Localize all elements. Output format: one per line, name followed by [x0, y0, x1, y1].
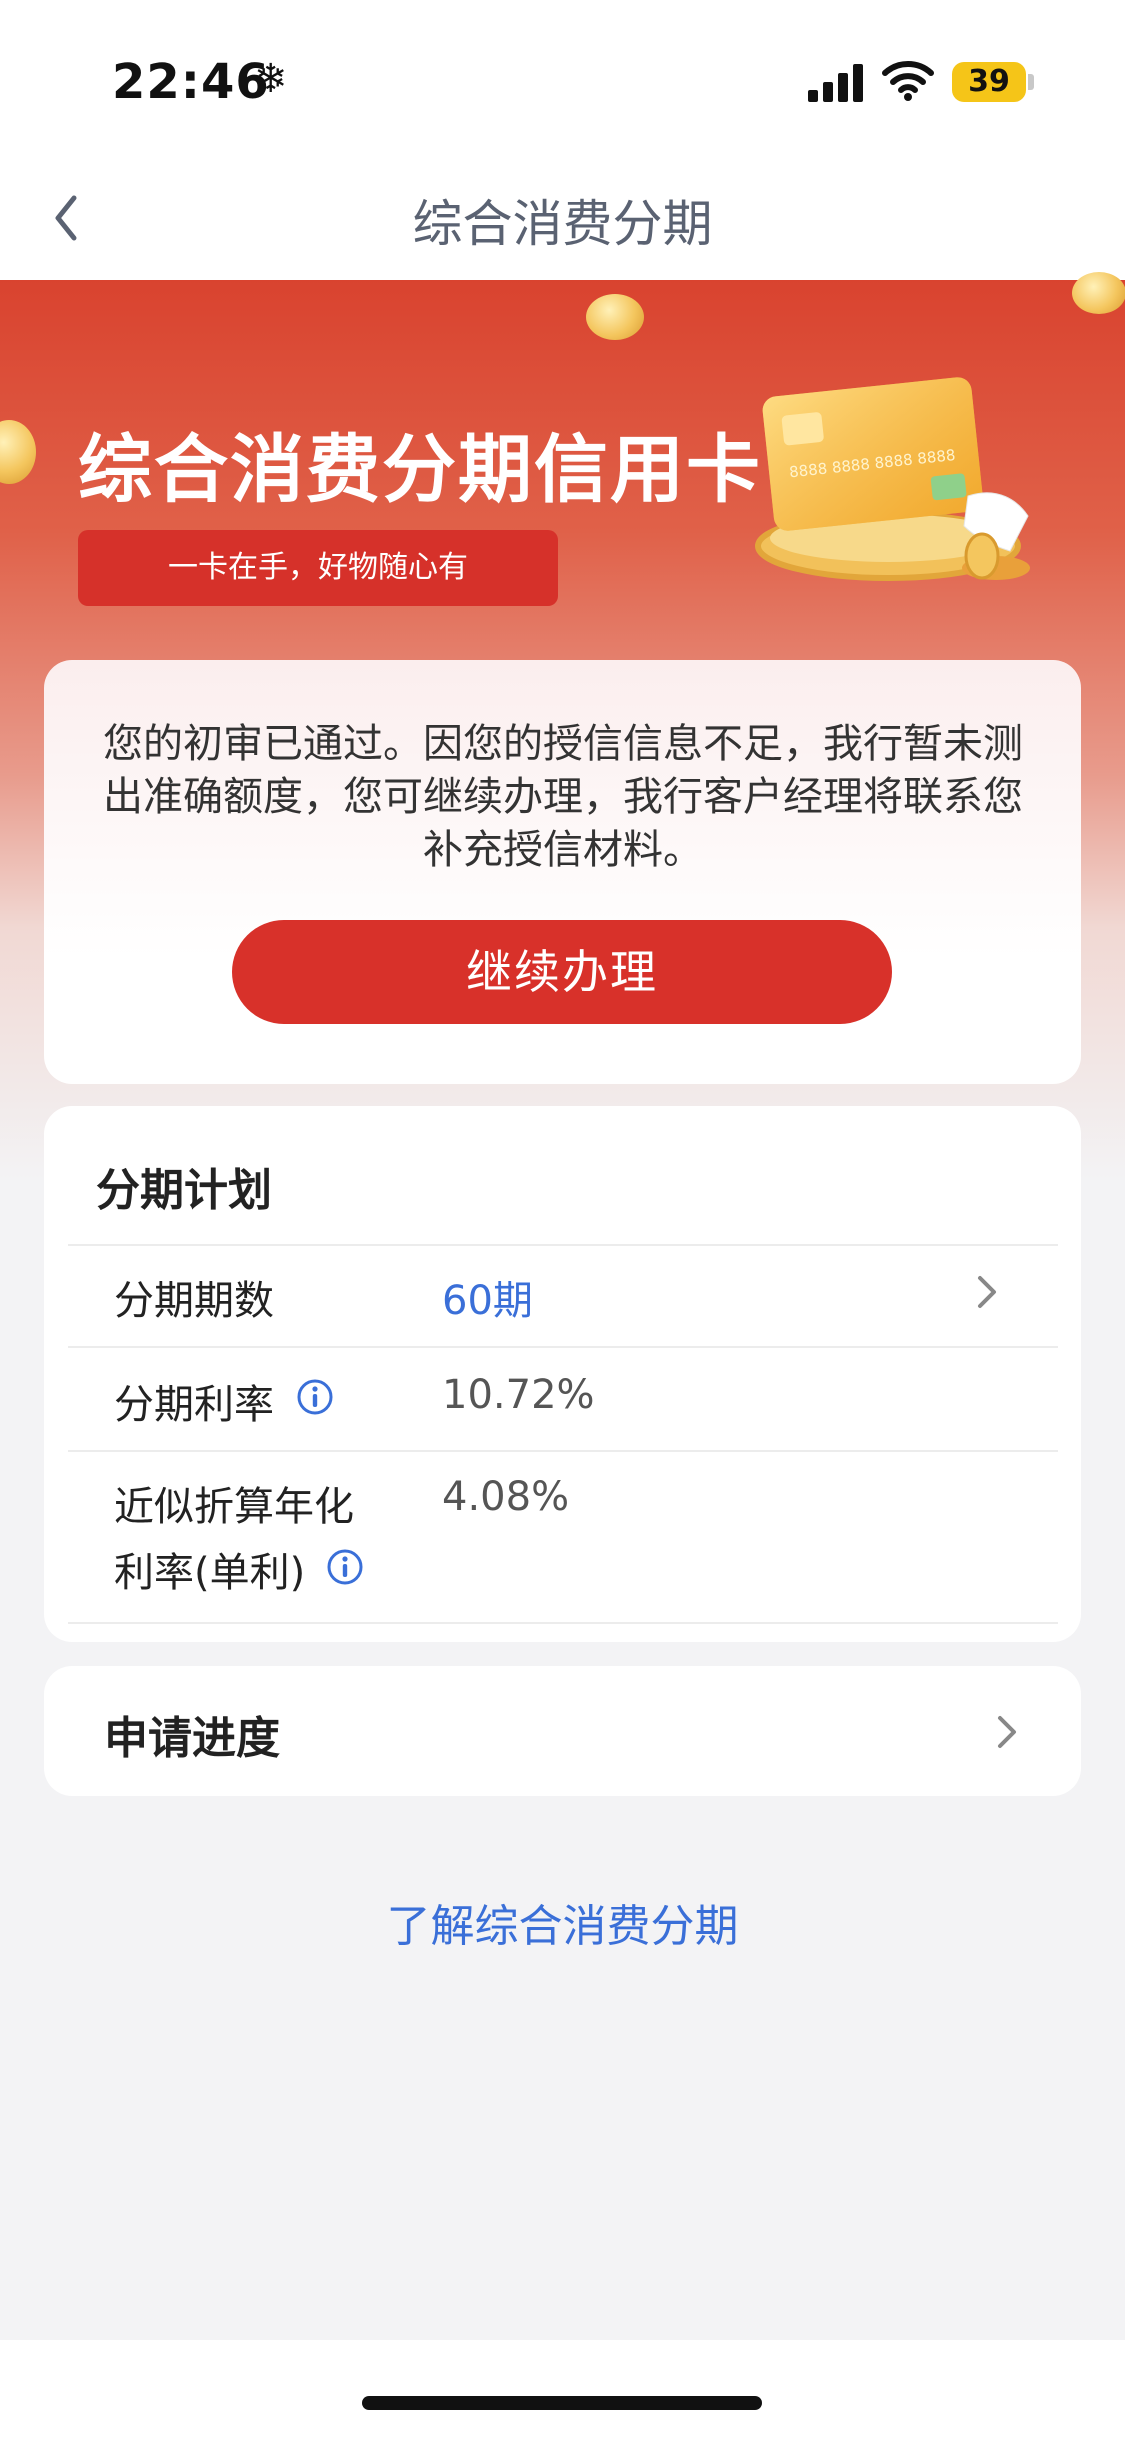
row-label-line1: 近似折算年化	[114, 1484, 354, 1530]
status-bar: 22:46 ❄ 39	[0, 0, 1125, 160]
credit-card-illustration: 8888 8888 8888 8888	[755, 377, 1030, 581]
status-time: 22:46	[112, 54, 270, 110]
info-icon[interactable]	[326, 1548, 364, 1586]
bottom-area	[0, 2340, 1125, 2439]
learn-more-link[interactable]: 了解综合消费分期	[0, 1890, 1125, 1954]
chevron-right-icon	[998, 1716, 1016, 1748]
battery-icon: 39	[952, 62, 1026, 102]
coin-icon	[0, 420, 36, 484]
signal-icon	[808, 64, 863, 102]
coin-icon	[586, 294, 644, 340]
page-title: 综合消费分期	[412, 195, 713, 253]
row-value: 4.08%	[442, 1474, 570, 1520]
wifi-icon	[882, 61, 934, 101]
notice-message: 您的初审已通过。因您的授信信息不足，我行暂未测出准确额度，您可继续办理，我行客户…	[103, 721, 1023, 873]
continue-button-label: 继续办理	[466, 945, 658, 999]
battery-level: 39	[968, 64, 1010, 99]
divider	[68, 1622, 1058, 1624]
continue-button[interactable]: 继续办理	[232, 920, 892, 1024]
divider	[68, 1346, 1058, 1348]
row-label-line2: 利率(单利)	[114, 1550, 306, 1596]
row-value: 60期	[442, 1278, 533, 1324]
snowflake-icon: ❄	[254, 56, 288, 102]
hero-title: 综合消费分期信用卡	[78, 427, 762, 513]
row-label: 分期利率	[114, 1382, 274, 1428]
application-progress-row[interactable]: 申请进度	[44, 1666, 1081, 1796]
nav-bar: 综合消费分期	[0, 160, 1125, 280]
divider	[68, 1244, 1058, 1246]
coin-icon	[1072, 272, 1125, 314]
chevron-right-icon	[978, 1276, 996, 1308]
info-icon[interactable]	[296, 1378, 334, 1416]
home-indicator	[362, 2396, 762, 2410]
divider	[68, 1450, 1058, 1452]
slogan-text: 一卡在手，好物随心有	[168, 550, 468, 585]
row-label: 分期期数	[114, 1278, 274, 1324]
installment-plan-card: 分期计划 分期期数 60期 分期利率 10.72% 近似折算年化 利率(单利) …	[44, 1106, 1081, 1642]
row-value: 10.72%	[442, 1372, 595, 1418]
progress-title: 申请进度	[104, 1713, 280, 1764]
battery-tip	[1028, 74, 1034, 90]
plan-title: 分期计划	[96, 1165, 272, 1216]
slogan-badge: 一卡在手，好物随心有	[78, 530, 558, 606]
approval-notice-card: 您的初审已通过。因您的授信信息不足，我行暂未测出准确额度，您可继续办理，我行客户…	[44, 660, 1081, 1084]
